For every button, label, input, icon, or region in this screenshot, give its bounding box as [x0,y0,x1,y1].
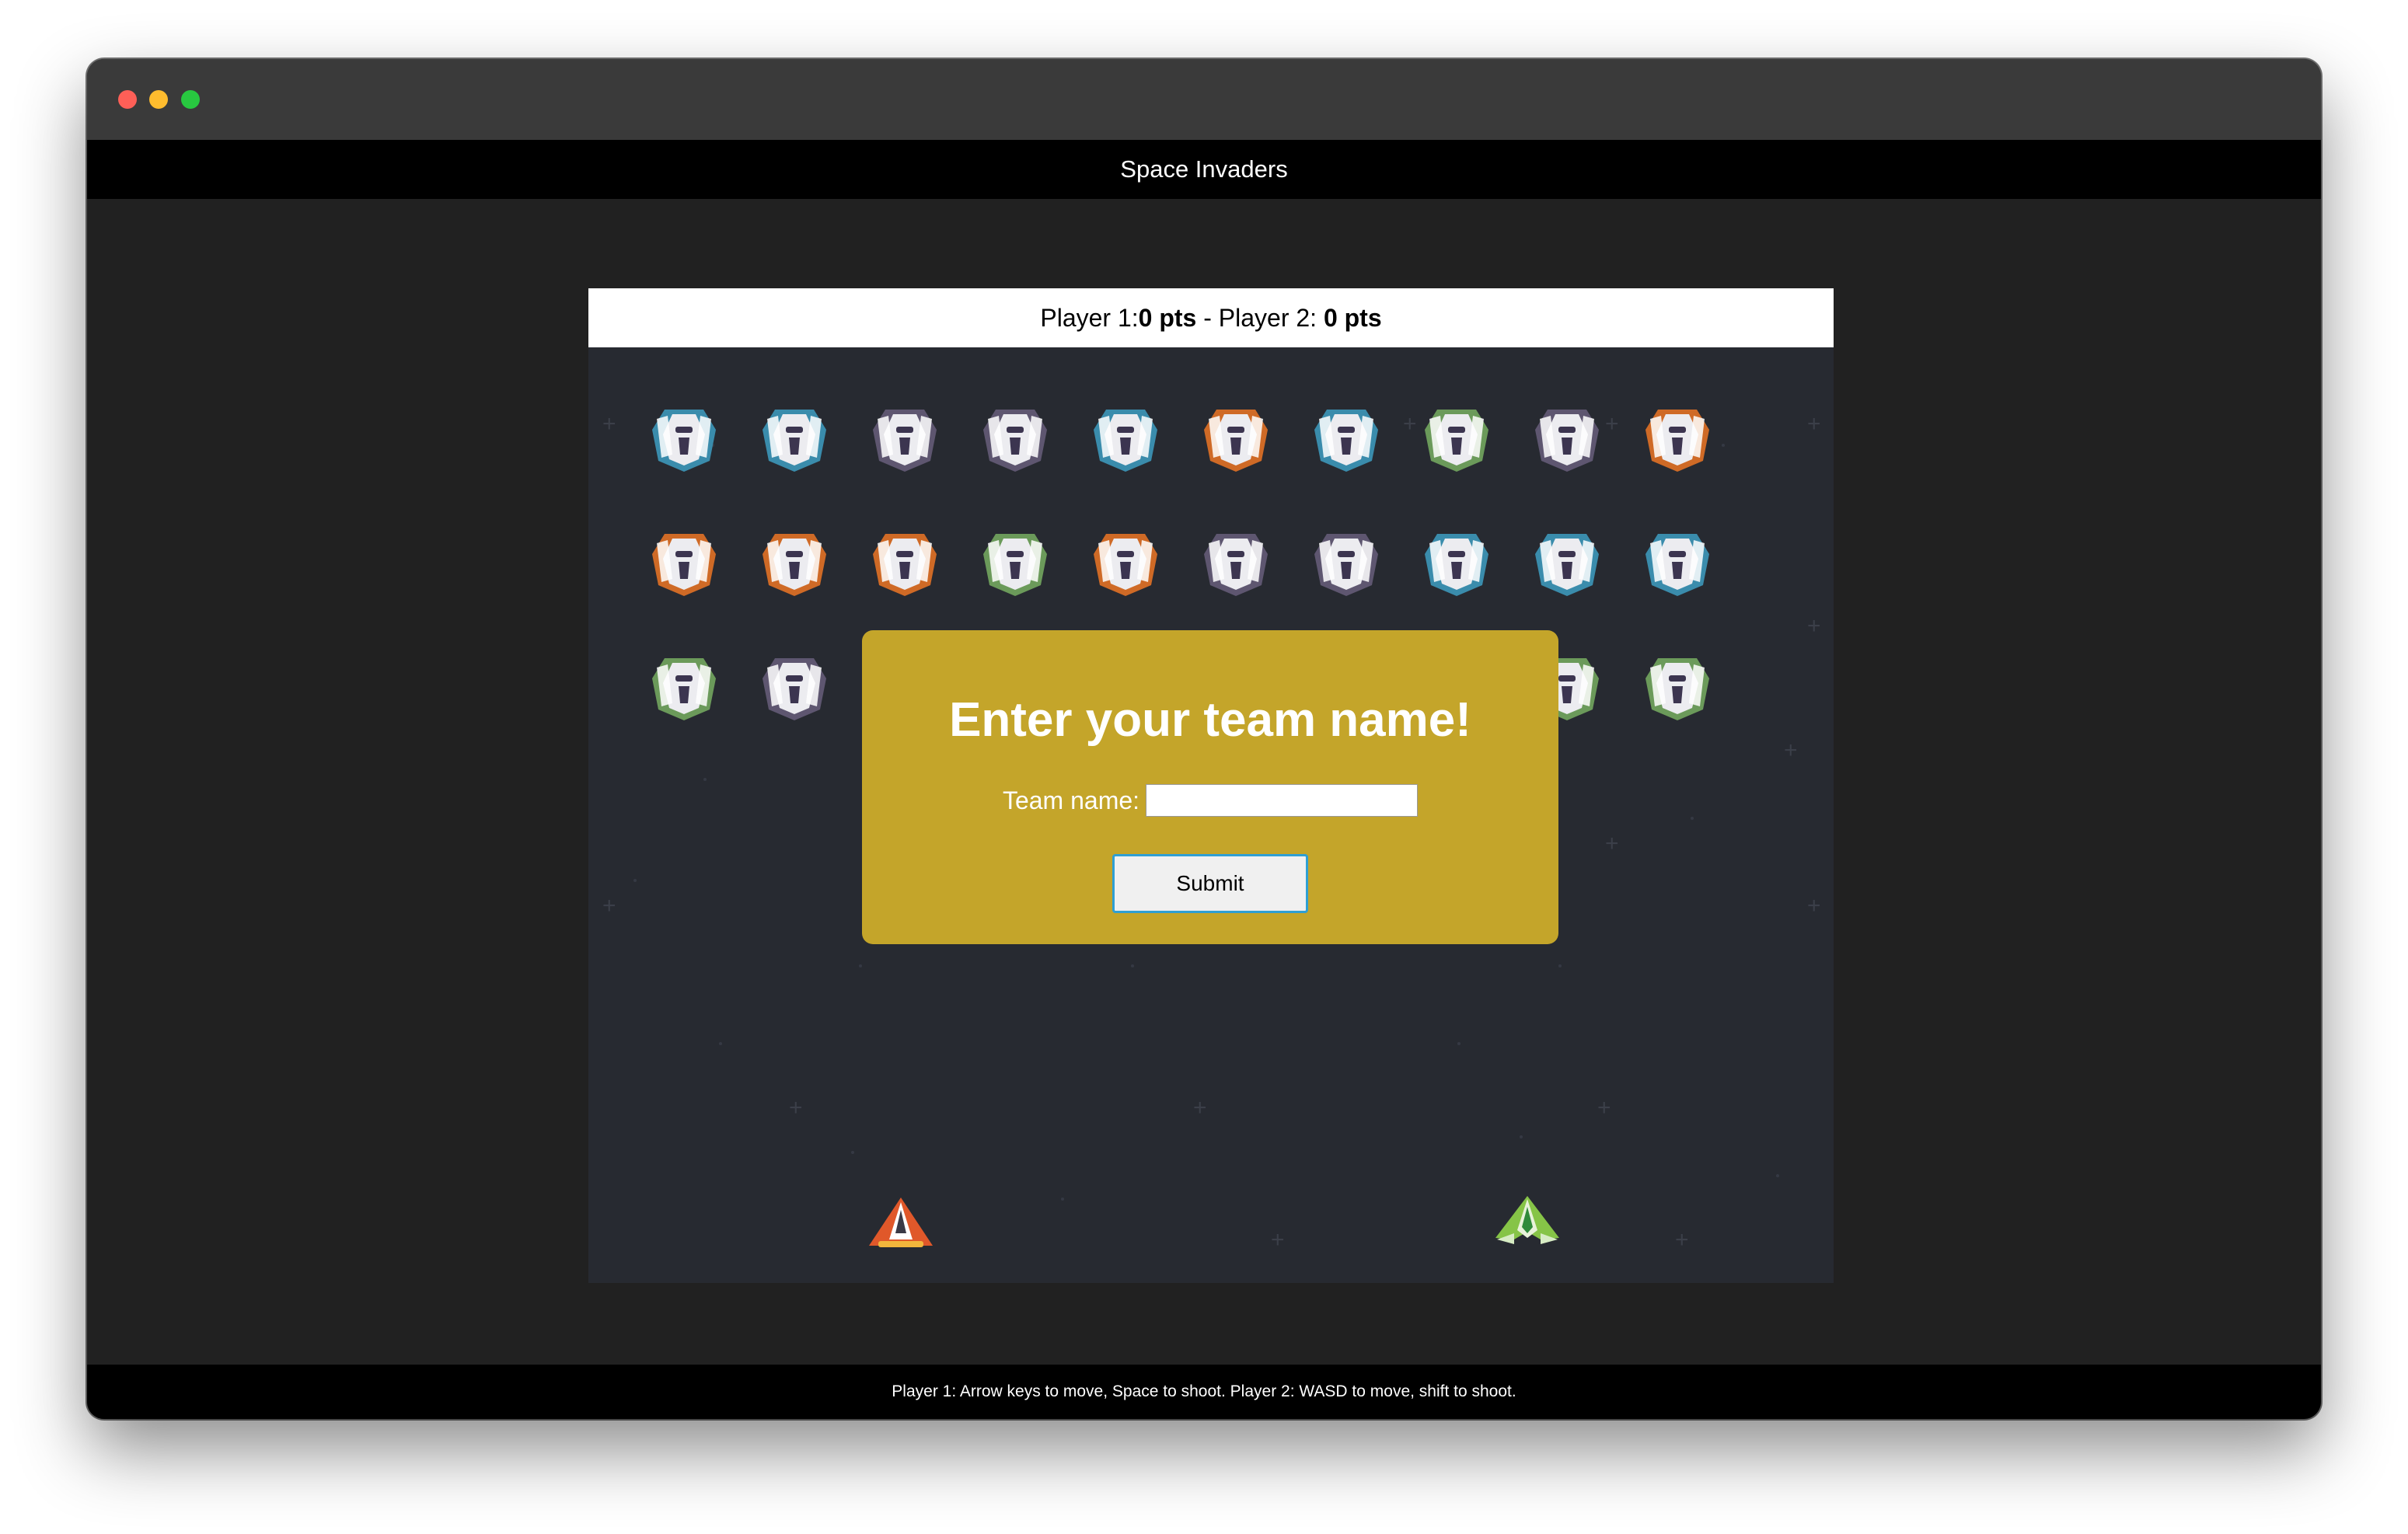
team-name-label: Team name: [1002,786,1140,814]
invader-purple-icon [983,410,1047,472]
player-2-score-label: - Player 2: [1196,303,1324,332]
star-dot [1457,1042,1461,1045]
star-dot [1558,964,1562,967]
invader-orange-icon [1645,410,1709,472]
invader-orange-icon [1094,534,1157,596]
main-content: Player 1: 0 pts - Player 2: 0 pts + + + … [87,199,2321,1365]
star-dot [633,879,637,882]
invader-orange-icon [652,534,716,596]
star-dot [1691,817,1694,820]
app-window: Space Invaders Player 1: 0 pts - Player … [87,59,2321,1419]
player-2-score: 0 pts [1323,303,1382,332]
star-dot [719,1042,722,1045]
player-1-ship [869,1198,933,1247]
player-1-score: 0 pts [1138,303,1197,332]
star-dot [1520,1135,1523,1138]
star-icon: + [789,1095,803,1121]
star-dot [1722,444,1725,447]
star-dot [1131,964,1134,967]
invader-green-icon [983,534,1047,596]
minimize-window-button[interactable] [149,90,168,109]
footer-instructions: Player 1: Arrow keys to move, Space to s… [87,1365,2321,1419]
app-title: Space Invaders [1120,155,1288,183]
invader-purple-icon [1535,410,1599,472]
zoom-window-button[interactable] [181,90,200,109]
star-dot [703,778,707,781]
star-icon: + [1193,1095,1207,1121]
star-icon: + [1597,1095,1611,1121]
invader-blue-icon [1094,410,1157,472]
dialog-heading: Enter your team name! [949,693,1471,747]
game-playfield[interactable]: + + + + + + + + + + + + + + + + [588,347,1834,1283]
star-dot [859,964,862,967]
player-1-score-label: Player 1: [1040,303,1139,332]
star-icon: + [1605,411,1619,437]
invader-green-icon [1645,658,1709,720]
close-window-button[interactable] [118,90,137,109]
invader-purple-icon [873,410,937,472]
invader-green-icon [1425,410,1488,472]
star-icon: + [1403,411,1417,437]
star-icon: + [1807,893,1821,919]
star-dot [851,1151,854,1154]
star-icon: + [602,893,616,919]
team-name-input[interactable] [1146,784,1419,817]
app-header: Space Invaders [87,140,2321,199]
scoreboard: Player 1: 0 pts - Player 2: 0 pts [588,288,1834,347]
team-name-row: Team name: [862,784,1558,817]
star-icon: + [1807,613,1821,639]
invader-orange-icon [1204,410,1268,472]
invader-blue-icon [763,410,826,472]
game-container: Player 1: 0 pts - Player 2: 0 pts + + + … [588,288,1834,1283]
invader-blue-icon [1425,534,1488,596]
invader-purple-icon [1314,534,1378,596]
window-titlebar [87,59,2321,140]
invader-orange-icon [763,534,826,596]
team-name-dialog: Enter your team name! Team name: Submit [862,630,1558,944]
star-icon: + [1675,1227,1689,1253]
star-dot [1061,1198,1064,1201]
invader-orange-icon [873,534,937,596]
star-dot [1776,1174,1779,1177]
star-icon: + [1784,737,1798,763]
invader-green-icon [652,658,716,720]
player-2-ship [1495,1196,1559,1244]
invader-blue-icon [652,410,716,472]
star-icon: + [1807,411,1821,437]
invader-blue-icon [1535,534,1599,596]
star-icon: + [1271,1227,1285,1253]
star-icon: + [1605,831,1619,856]
invader-blue-icon [1645,534,1709,596]
invader-blue-icon [1314,410,1378,472]
star-icon: + [602,411,616,437]
invader-purple-icon [1204,534,1268,596]
submit-button[interactable]: Submit [1112,854,1308,913]
controls-help-text: Player 1: Arrow keys to move, Space to s… [892,1382,1516,1400]
invader-purple-icon [763,658,826,720]
